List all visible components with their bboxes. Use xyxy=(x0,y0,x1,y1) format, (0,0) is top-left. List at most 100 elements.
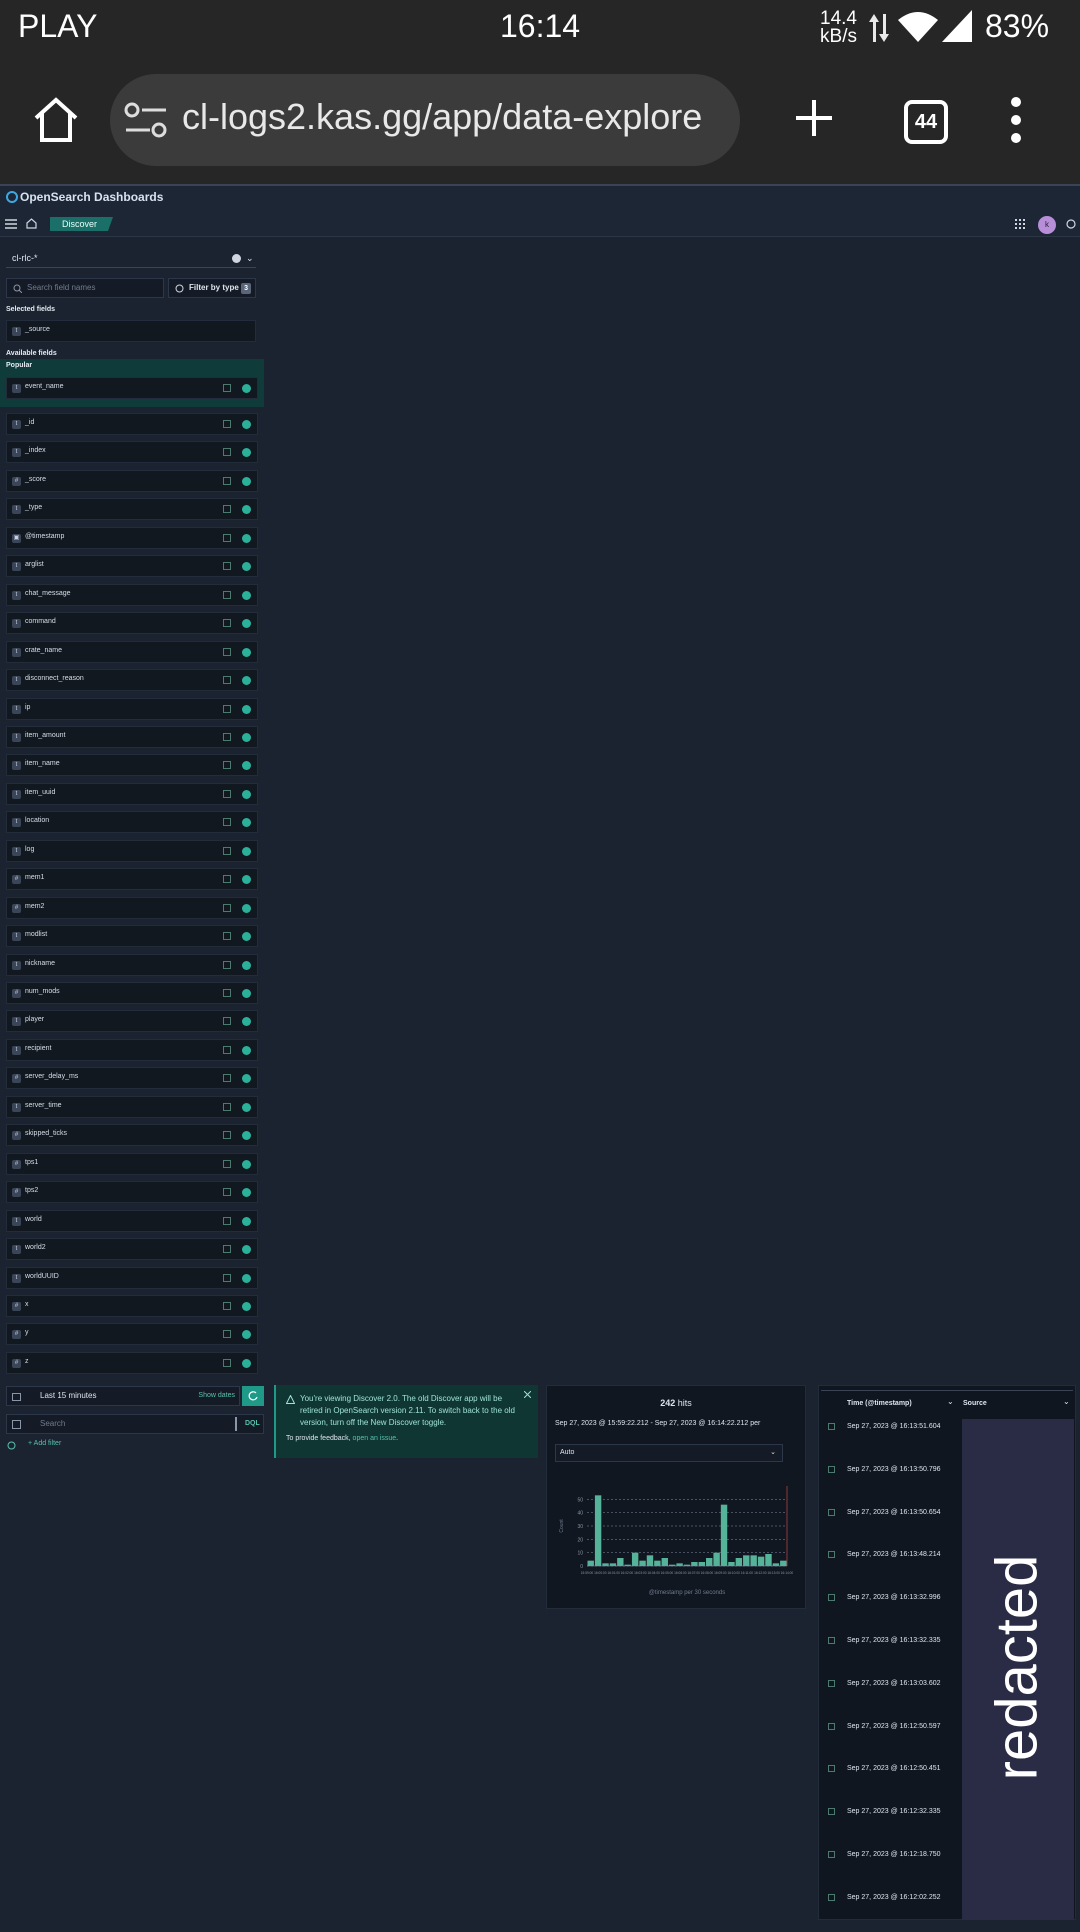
expand-row-icon[interactable] xyxy=(828,1423,835,1430)
add-field-icon[interactable] xyxy=(242,761,251,771)
add-field-icon[interactable] xyxy=(242,448,251,458)
home-nav-icon[interactable] xyxy=(26,218,37,229)
more-menu-icon[interactable] xyxy=(1006,96,1026,146)
add-field-icon[interactable] xyxy=(242,932,251,942)
add-field-icon[interactable] xyxy=(242,505,251,515)
interval-select[interactable]: Auto ⌄ xyxy=(555,1444,783,1462)
home-icon[interactable] xyxy=(32,96,80,144)
field-row[interactable]: t world xyxy=(6,1209,258,1232)
visualize-icon[interactable] xyxy=(223,789,231,798)
field-row[interactable]: # mem2 xyxy=(6,896,258,919)
expand-row-icon[interactable] xyxy=(828,1808,835,1816)
field-row[interactable]: # num_mods xyxy=(6,982,258,1004)
visualize-icon[interactable] xyxy=(223,1102,231,1111)
visualize-icon[interactable] xyxy=(223,505,231,514)
field-row[interactable]: t command xyxy=(6,612,258,635)
query-language-button[interactable]: DQL xyxy=(245,1415,260,1433)
field-row[interactable]: # server_delay_ms xyxy=(6,1067,258,1090)
add-field-icon[interactable] xyxy=(242,619,251,629)
add-field-icon[interactable] xyxy=(242,818,251,828)
chevron-down-icon[interactable]: ⌄ xyxy=(947,1397,954,1406)
table-row[interactable]: Sep 27, 2023 @ 16:12:50.451 xyxy=(819,1760,959,1803)
visualize-icon[interactable] xyxy=(223,1245,231,1254)
add-filter-link[interactable]: + Add filter xyxy=(28,1440,61,1447)
field-row[interactable]: # tps2 xyxy=(6,1181,258,1204)
clear-icon[interactable] xyxy=(232,254,241,263)
field-row[interactable]: # y xyxy=(6,1323,258,1346)
expand-row-icon[interactable] xyxy=(828,1465,835,1473)
field-row[interactable]: t nickname xyxy=(6,953,258,976)
add-field-icon[interactable] xyxy=(242,647,251,657)
table-row[interactable]: Sep 27, 2023 @ 16:12:02.252 xyxy=(819,1889,959,1932)
date-picker[interactable]: Last 15 minutes Show dates xyxy=(6,1386,240,1406)
saved-queries-icon[interactable] xyxy=(12,1420,21,1429)
expand-row-icon[interactable] xyxy=(828,1637,835,1644)
field-row[interactable]: t player xyxy=(6,1010,258,1033)
visualize-icon[interactable] xyxy=(223,1330,231,1339)
field-row[interactable]: ▣ @timestamp xyxy=(6,526,258,549)
expand-row-icon[interactable] xyxy=(828,1679,835,1687)
user-avatar[interactable]: k xyxy=(1038,216,1056,234)
new-tab-icon[interactable] xyxy=(794,98,834,138)
tab-switcher-button[interactable]: 44 xyxy=(904,100,948,144)
visualize-icon[interactable] xyxy=(223,903,231,912)
add-field-icon[interactable] xyxy=(242,1358,251,1368)
add-field-icon[interactable] xyxy=(242,789,251,799)
add-field-icon[interactable] xyxy=(242,960,251,970)
add-field-icon[interactable] xyxy=(242,676,251,686)
visualize-icon[interactable] xyxy=(223,1017,231,1026)
field-row[interactable]: t item_amount xyxy=(6,725,258,748)
add-field-icon[interactable] xyxy=(242,420,251,429)
field-row[interactable]: # mem1 xyxy=(6,868,258,891)
visualize-icon[interactable] xyxy=(223,1045,231,1054)
add-field-icon[interactable] xyxy=(242,732,251,742)
add-field-icon[interactable] xyxy=(242,1045,251,1055)
table-row[interactable]: Sep 27, 2023 @ 16:13:48.214 xyxy=(819,1546,959,1589)
add-field-icon[interactable] xyxy=(242,903,251,913)
time-range-label[interactable]: Last 15 minutes xyxy=(40,1387,96,1405)
search-bar[interactable]: Search DQL xyxy=(6,1414,264,1434)
visualize-icon[interactable] xyxy=(223,761,231,770)
visualize-icon[interactable] xyxy=(223,384,231,392)
add-field-icon[interactable] xyxy=(242,1273,251,1283)
address-bar[interactable]: cl-logs2.kas.gg/app/data-explore xyxy=(110,74,740,166)
expand-row-icon[interactable] xyxy=(828,1893,835,1901)
site-settings-icon[interactable] xyxy=(124,102,168,138)
visualize-icon[interactable] xyxy=(223,676,231,685)
visualize-icon[interactable] xyxy=(223,1216,231,1225)
visualize-icon[interactable] xyxy=(223,590,231,599)
field-row[interactable]: t disconnect_reason xyxy=(6,669,258,692)
field-row[interactable]: t ip xyxy=(6,697,258,720)
filter-options-icon[interactable] xyxy=(7,1441,16,1450)
visualize-icon[interactable] xyxy=(223,1074,231,1083)
field-row[interactable]: # _score xyxy=(6,469,258,492)
table-row[interactable]: Sep 27, 2023 @ 16:13:50.796 xyxy=(819,1461,959,1504)
add-field-icon[interactable] xyxy=(242,533,251,543)
expand-row-icon[interactable] xyxy=(828,1851,835,1858)
visualize-icon[interactable] xyxy=(223,420,231,428)
open-issue-link[interactable]: open an issue xyxy=(353,1435,397,1442)
field-row[interactable]: t worldUUID xyxy=(6,1266,258,1289)
table-row[interactable]: Sep 27, 2023 @ 16:13:32.335 xyxy=(819,1632,959,1675)
field-row[interactable]: t recipient xyxy=(6,1038,258,1061)
menu-icon[interactable] xyxy=(5,219,17,229)
visualize-icon[interactable] xyxy=(223,989,231,997)
add-field-icon[interactable] xyxy=(242,1245,251,1255)
histogram-chart[interactable]: 0 10 20 30 40 50 15:59:00 16:00:00 16:01:00 16:02… xyxy=(553,1478,799,1598)
add-field-icon[interactable] xyxy=(242,1102,251,1112)
table-row[interactable]: Sep 27, 2023 @ 16:13:51.604 xyxy=(819,1418,959,1461)
field-row[interactable]: t _source xyxy=(6,320,256,342)
visualize-icon[interactable] xyxy=(223,1301,231,1310)
expand-row-icon[interactable] xyxy=(828,1594,835,1602)
breadcrumb-discover[interactable]: Discover xyxy=(50,217,114,231)
refresh-button[interactable] xyxy=(242,1386,264,1406)
field-row[interactable]: # z xyxy=(6,1351,258,1374)
calendar-icon[interactable] xyxy=(12,1392,21,1401)
table-row[interactable]: Sep 27, 2023 @ 16:13:50.654 xyxy=(819,1504,959,1547)
visualize-icon[interactable] xyxy=(223,1273,231,1282)
show-dates-link[interactable]: Show dates xyxy=(198,1387,235,1405)
field-row[interactable]: t _index xyxy=(6,441,258,464)
add-field-icon[interactable] xyxy=(242,704,251,714)
visualize-icon[interactable] xyxy=(223,1131,231,1140)
chevron-down-icon[interactable]: ⌄ xyxy=(246,248,254,268)
